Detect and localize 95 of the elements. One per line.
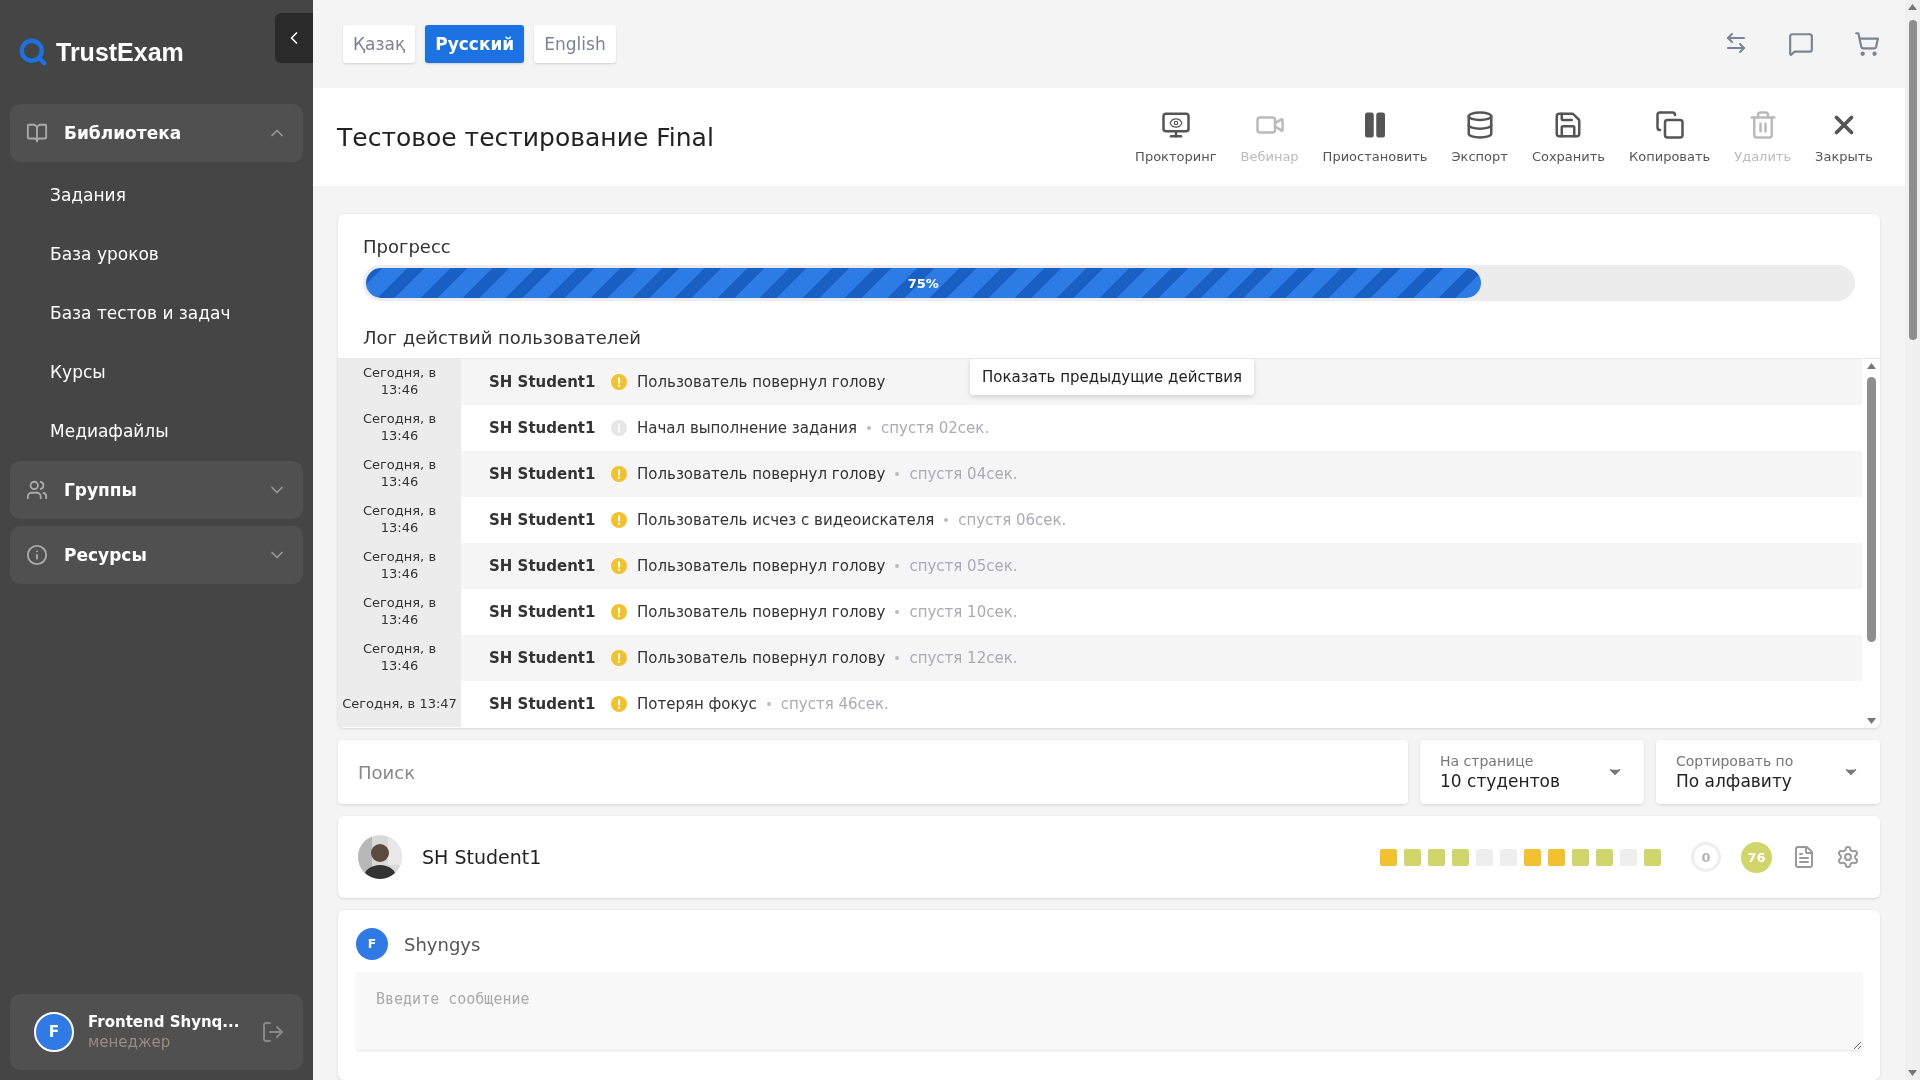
scroll-down-icon[interactable] — [1908, 1070, 1917, 1076]
action-text: Пользователь повернул голову — [637, 465, 886, 483]
toolbar-button[interactable]: Копировать — [1617, 110, 1723, 164]
message-field[interactable]: Введите сообщение — [356, 972, 1862, 1050]
cart-icon[interactable] — [1854, 31, 1880, 57]
sort-select[interactable]: Сортировать по По алфавиту — [1656, 740, 1880, 804]
date-cell: Сегодня, в 13:46 — [338, 543, 461, 589]
toolbar-button[interactable]: Закрыть — [1803, 110, 1885, 164]
per-page-select[interactable]: На странице 10 студентов — [1420, 740, 1644, 804]
action-text: Пользователь повернул голову — [637, 603, 886, 621]
chat-icon[interactable] — [1788, 31, 1814, 57]
progress-heading: Прогресс — [362, 235, 452, 259]
date-cell: Сегодня, в 13:46 — [338, 497, 461, 543]
elapsed-time: спустя 46сек. — [780, 695, 889, 713]
sidebar-section[interactable]: Группы — [10, 461, 303, 519]
user-cell-text: SH Student1 — [488, 511, 597, 529]
toolbar-button[interactable]: Экспорт — [1439, 110, 1520, 164]
language-tab[interactable]: English — [534, 25, 616, 63]
info-icon — [611, 420, 627, 436]
elapsed-time: спустя 05сек. — [909, 557, 1018, 575]
info-icon — [26, 544, 48, 566]
collapse-button[interactable] — [275, 13, 313, 63]
people-icon — [26, 479, 48, 501]
elapsed-time: спустя 10сек. — [909, 603, 1018, 621]
scroll-thumb[interactable] — [1908, 20, 1917, 340]
user-avatar: F — [34, 1012, 74, 1052]
action-text: Пользователь повернул голову — [637, 557, 886, 575]
page-title: Тестовое тестирование Final — [337, 122, 715, 152]
user-cell-text: SH Student1 — [488, 465, 597, 483]
sidebar-item[interactable]: Медиафайлы — [10, 402, 303, 461]
student-card[interactable]: SH Student1 0 76 — [338, 816, 1880, 898]
sidebar-item[interactable]: База тестов и задач — [10, 284, 303, 343]
logout-icon[interactable] — [261, 1020, 285, 1044]
action-text: Пользователь повернул голову — [637, 649, 886, 667]
date-cell: Сегодня, в 13:46 — [338, 635, 461, 681]
warning-icon — [611, 512, 627, 528]
chat-avatar: F — [356, 928, 388, 960]
progress-fill: 75% — [366, 268, 1481, 298]
scroll-thumb[interactable] — [1866, 377, 1876, 642]
scroll-down-icon[interactable] — [1866, 718, 1876, 724]
elapsed-time: спустя 12сек. — [909, 649, 1018, 667]
user-cell-text: SH Student1 — [488, 557, 597, 575]
book-icon — [26, 122, 48, 144]
sidebar-section[interactable]: Ресурсы — [10, 526, 303, 584]
sidebar-item[interactable]: База уроков — [10, 225, 303, 284]
date-cell: Сегодня, в 13:46 — [338, 451, 461, 497]
log-heading: Лог действий пользователей — [362, 326, 642, 348]
user-cell-text: SH Student1 — [488, 419, 597, 437]
action-text: Пользователь исчез с видеоискателя — [637, 511, 935, 529]
language-tab[interactable]: Русский — [425, 25, 525, 63]
logo-icon — [18, 37, 48, 67]
action-text: Потерян фокус — [637, 695, 757, 713]
date-cell: Сегодня, в 13:46 — [338, 359, 461, 405]
monitor-eye-icon — [1160, 110, 1191, 140]
user-cell-text: SH Student1 — [488, 603, 597, 621]
action-text: Начал выполнение задания — [637, 419, 858, 437]
toolbar-button[interactable]: Приостановить — [1310, 110, 1440, 164]
language-tab[interactable]: Қазақ — [343, 25, 416, 63]
elapsed-time: спустя 02сек. — [881, 419, 990, 437]
document-icon[interactable] — [1792, 845, 1816, 869]
logo-text: TrustExam — [56, 37, 184, 67]
warning-icon — [611, 604, 627, 620]
user-cell-text: SH Student1 — [488, 695, 597, 713]
copy-icon — [1654, 110, 1685, 140]
user-role: менеджер — [88, 1032, 172, 1051]
sidebar-item[interactable]: Задания — [10, 166, 303, 225]
date-cell: Сегодня, в 13:46 — [338, 589, 461, 635]
warning-icon — [611, 558, 627, 574]
date-cell: Сегодня, в 13:46 — [338, 405, 461, 451]
warning-icon — [611, 650, 627, 666]
page-scrollbar[interactable] — [1905, 0, 1920, 1080]
warning-icon — [611, 696, 627, 712]
warning-icon — [611, 466, 627, 482]
student-name: SH Student1 — [422, 846, 543, 868]
sidebar-item[interactable]: Курсы — [10, 343, 303, 402]
toolbar-button[interactable]: Сохранить — [1519, 110, 1617, 164]
sidebar-section[interactable]: Библиотека — [10, 104, 303, 162]
elapsed-time: спустя 04сек. — [909, 465, 1018, 483]
toolbar-button[interactable]: Прокторинг — [1123, 110, 1229, 164]
swap-icon[interactable] — [1724, 31, 1748, 55]
settings-icon[interactable] — [1836, 845, 1860, 869]
user-cell-text: SH Student1 — [488, 373, 597, 391]
warning-icon — [611, 374, 627, 390]
user-cell-text: SH Student1 — [488, 649, 597, 667]
user-name: Frontend Shynq... — [88, 1013, 241, 1033]
search-field[interactable]: Поиск — [338, 740, 1408, 804]
elapsed-time: спустя 06сек. — [958, 511, 1067, 529]
score-badge: 76 — [1741, 841, 1772, 873]
chat-user-name: Shyngys — [404, 933, 481, 955]
action-text: Пользователь повернул голову — [637, 373, 886, 391]
date-cell: Сегодня, в 13:47 — [338, 681, 461, 727]
scroll-up-icon[interactable] — [1908, 4, 1917, 10]
scroll-up-icon[interactable] — [1866, 363, 1876, 369]
tooltip[interactable]: Показать предыдущие действия — [970, 359, 1255, 395]
zero-count: 0 — [1691, 842, 1721, 872]
